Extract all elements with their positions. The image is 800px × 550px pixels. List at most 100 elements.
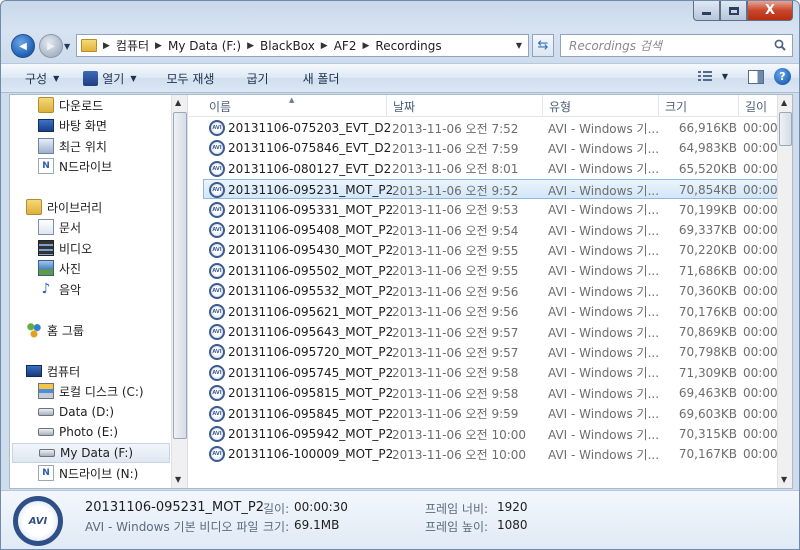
- sidebar-item-music[interactable]: ♪ 음악: [38, 279, 187, 299]
- table-row[interactable]: AVI 20131106-095815_MOT_P2 2013-11-06 오전 9…: [189, 383, 779, 403]
- file-length-cell: 00:00:: [743, 365, 779, 380]
- file-list-scrollbar[interactable]: ▲ ▼: [777, 95, 792, 488]
- close-icon: X: [764, 3, 776, 18]
- sidebar-item-ndrive[interactable]: N N드라이브: [38, 156, 187, 176]
- breadcrumb-computer[interactable]: 컴퓨터: [116, 37, 149, 54]
- details-size-value: 69.1MB: [294, 518, 340, 532]
- open-button[interactable]: 열기 ▼: [75, 67, 144, 89]
- search-input[interactable]: Recordings 검색: [560, 34, 793, 57]
- video-file-icon: AVI: [209, 283, 225, 300]
- scroll-up-icon[interactable]: ▲: [781, 98, 787, 107]
- table-row[interactable]: AVI 20131106-095942_MOT_P2 2013-11-06 오전 1…: [189, 424, 779, 444]
- organize-button[interactable]: 구성 ▼: [17, 67, 67, 89]
- video-file-icon: AVI: [209, 160, 225, 177]
- table-row[interactable]: AVI 20131106-095845_MOT_P2 2013-11-06 오전 9…: [189, 404, 779, 424]
- breadcrumb-af2[interactable]: AF2: [334, 39, 357, 53]
- sidebar-item-local-disk-c[interactable]: 로컬 디스크 (C:): [38, 381, 187, 401]
- refresh-button[interactable]: ⇆: [532, 34, 554, 57]
- chevron-down-icon[interactable]: ▼: [516, 41, 522, 50]
- back-button[interactable]: ◀: [11, 34, 35, 58]
- column-header-length[interactable]: 길이: [739, 95, 779, 117]
- chevron-right-icon[interactable]: ▶: [362, 41, 369, 51]
- file-date-cell: 2013-11-06 오전 7:52: [392, 121, 519, 136]
- file-size-cell: 70,869KB: [678, 325, 737, 339]
- sidebar-item-videos[interactable]: 비디오: [38, 238, 187, 258]
- file-date-cell: 2013-11-06 오전 10:00: [392, 447, 527, 462]
- chevron-right-icon[interactable]: ▶: [321, 41, 328, 51]
- sidebar-item-homegroup[interactable]: 홈 그룹: [26, 320, 186, 340]
- caption-buttons: X: [693, 1, 793, 21]
- table-row[interactable]: AVI 20131106-095430_MOT_P2 2013-11-06 오전 9…: [189, 240, 779, 260]
- details-length-label: 길이:: [263, 502, 290, 516]
- file-date-cell: 2013-11-06 오전 10:00: [392, 427, 527, 442]
- breadcrumb-drive[interactable]: My Data (F:): [168, 39, 241, 53]
- details-length-value: 00:00:30: [294, 500, 348, 514]
- sidebar-item-recent[interactable]: 최근 위치: [38, 136, 187, 156]
- file-name: 20131106-080127_EVT_D2: [228, 161, 392, 176]
- sidebar-item-desktop[interactable]: 바탕 화면: [38, 115, 187, 135]
- ndrive-icon: N: [38, 465, 54, 481]
- file-size-cell: 70,199KB: [678, 202, 737, 217]
- sidebar-item-photo-e[interactable]: Photo (E:): [38, 422, 187, 442]
- sidebar-item-pictures[interactable]: 사진: [38, 258, 187, 278]
- play-all-button[interactable]: 모두 재생: [159, 67, 223, 89]
- organize-label: 구성: [25, 71, 48, 86]
- sidebar-item-my-data-f[interactable]: My Data (F:): [12, 443, 170, 463]
- details-pane: AVI 20131106-095231_MOT_P2 AVI - Windows…: [1, 490, 799, 549]
- sidebar-item-ndrive-n[interactable]: N N드라이브 (N:): [38, 463, 187, 483]
- address-bar[interactable]: ▶ 컴퓨터 ▶ My Data (F:) ▶ BlackBox ▶ AF2 ▶ …: [76, 34, 529, 57]
- table-row[interactable]: AVI 20131106-095331_MOT_P2 2013-11-06 오전 9…: [189, 200, 779, 220]
- breadcrumb-blackbox[interactable]: BlackBox: [260, 39, 315, 53]
- table-row[interactable]: AVI 20131106-095643_MOT_P2 2013-11-06 오전 9…: [189, 322, 779, 342]
- details-filetype: AVI - Windows 기본 비디오 파일: [85, 520, 259, 534]
- burn-button[interactable]: 굽기: [238, 67, 276, 89]
- navigation-scrollbar[interactable]: ▲ ▼: [171, 95, 187, 488]
- sidebar-item-computer[interactable]: 컴퓨터: [26, 361, 186, 381]
- search-icon[interactable]: [774, 39, 786, 51]
- forward-button[interactable]: ▶: [39, 34, 63, 58]
- sidebar-item-downloads[interactable]: 다운로드: [38, 95, 187, 115]
- file-name-cell: AVI 20131106-100009_MOT_P2: [209, 444, 394, 464]
- column-header-type[interactable]: 유형: [543, 95, 659, 117]
- burn-label: 굽기: [246, 71, 269, 86]
- table-row[interactable]: AVI 20131106-080127_EVT_D2 2013-11-06 오전 8…: [189, 159, 779, 179]
- recent-pages-dropdown[interactable]: ▼: [64, 42, 70, 51]
- breadcrumb-recordings[interactable]: Recordings: [375, 39, 441, 53]
- sidebar-item-data-d[interactable]: Data (D:): [38, 402, 187, 422]
- table-row[interactable]: AVI 20131106-075846_EVT_D2 2013-11-06 오전 7…: [189, 138, 779, 158]
- scroll-down-icon[interactable]: ▼: [175, 475, 181, 484]
- help-icon[interactable]: ?: [774, 68, 791, 85]
- table-row[interactable]: AVI 20131106-095231_MOT_P2 2013-11-06 오전 9…: [203, 179, 779, 200]
- change-view-button[interactable]: ▼: [697, 70, 728, 83]
- table-row[interactable]: AVI 20131106-095408_MOT_P2 2013-11-06 오전 9…: [189, 220, 779, 240]
- file-date-cell: 2013-11-06 오전 8:01: [392, 162, 519, 177]
- chevron-right-icon[interactable]: ▶: [103, 41, 110, 51]
- file-list-scroll-thumb[interactable]: [779, 112, 792, 146]
- table-row[interactable]: AVI 20131106-095532_MOT_P2 2013-11-06 오전 9…: [189, 281, 779, 301]
- table-row[interactable]: AVI 20131106-095720_MOT_P2 2013-11-06 오전 9…: [189, 342, 779, 362]
- navigation-scroll-thumb[interactable]: [173, 112, 187, 439]
- chevron-right-icon[interactable]: ▶: [247, 41, 254, 51]
- table-row[interactable]: AVI 20131106-095621_MOT_P2 2013-11-06 오전 9…: [189, 302, 779, 322]
- maximize-button[interactable]: [720, 1, 747, 21]
- chevron-right-icon[interactable]: ▶: [155, 41, 162, 51]
- column-header-date[interactable]: 날짜: [387, 95, 543, 117]
- table-row[interactable]: AVI 20131106-095502_MOT_P2 2013-11-06 오전 9…: [189, 261, 779, 281]
- new-folder-button[interactable]: 새 폴더: [295, 67, 348, 89]
- minimize-button[interactable]: [693, 1, 720, 21]
- table-row[interactable]: AVI 20131106-075203_EVT_D2 2013-11-06 오전 7…: [189, 118, 779, 138]
- sidebar-item-documents[interactable]: 문서: [38, 217, 187, 237]
- sidebar-item-libraries[interactable]: 라이브러리: [26, 197, 186, 217]
- column-header-name[interactable]: 이름: [203, 95, 387, 117]
- scroll-up-icon[interactable]: ▲: [175, 98, 181, 107]
- table-row[interactable]: AVI 20131106-095745_MOT_P2 2013-11-06 오전 9…: [189, 363, 779, 383]
- video-file-icon: AVI: [209, 405, 225, 422]
- scroll-down-icon[interactable]: ▼: [781, 475, 787, 484]
- column-header-size[interactable]: 크기: [659, 95, 739, 117]
- file-date-cell: 2013-11-06 오전 9:56: [392, 305, 519, 320]
- back-arrow-icon: ◀: [19, 40, 27, 52]
- preview-pane-icon[interactable]: [748, 69, 764, 84]
- close-button[interactable]: X: [747, 1, 793, 21]
- ndrive-icon: N: [38, 158, 54, 174]
- table-row[interactable]: AVI 20131106-100009_MOT_P2 2013-11-06 오전 1…: [189, 444, 779, 464]
